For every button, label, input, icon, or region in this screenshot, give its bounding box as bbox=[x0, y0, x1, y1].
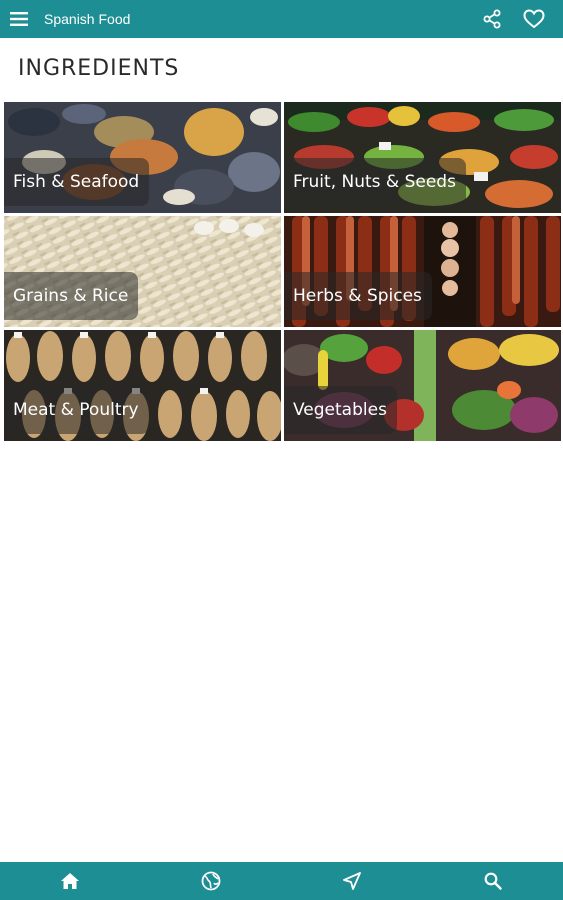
app-bar: Spanish Food bbox=[0, 0, 563, 38]
navigation-arrow-icon[interactable] bbox=[282, 862, 423, 900]
category-label: Herbs & Spices bbox=[284, 272, 432, 320]
hamburger-menu-icon[interactable] bbox=[0, 0, 38, 38]
category-tile-fruit-nuts-seeds[interactable]: Fruit, Nuts & Seeds bbox=[284, 102, 561, 213]
search-icon[interactable] bbox=[422, 862, 563, 900]
share-icon[interactable] bbox=[471, 0, 513, 38]
category-label: Fish & Seafood bbox=[4, 158, 150, 206]
category-tile-meat-poultry[interactable]: Meat & Poultry bbox=[4, 330, 281, 441]
category-tile-fish-seafood[interactable]: Fish & Seafood bbox=[4, 102, 281, 213]
home-icon[interactable] bbox=[0, 862, 141, 900]
category-label: Grains & Rice bbox=[4, 272, 139, 320]
category-tile-vegetables[interactable]: Vegetables bbox=[284, 330, 561, 441]
heart-icon[interactable] bbox=[513, 0, 555, 38]
app-title: Spanish Food bbox=[44, 11, 131, 27]
bottom-nav bbox=[0, 862, 563, 900]
category-label: Fruit, Nuts & Seeds bbox=[284, 158, 466, 206]
category-label: Vegetables bbox=[284, 386, 397, 434]
category-label: Meat & Poultry bbox=[4, 386, 149, 434]
globe-icon[interactable] bbox=[141, 862, 282, 900]
category-tile-grains-rice[interactable]: Grains & Rice bbox=[4, 216, 281, 327]
section-heading: INGREDIENTS bbox=[18, 56, 180, 81]
category-tile-herbs-spices[interactable]: Herbs & Spices bbox=[284, 216, 561, 327]
